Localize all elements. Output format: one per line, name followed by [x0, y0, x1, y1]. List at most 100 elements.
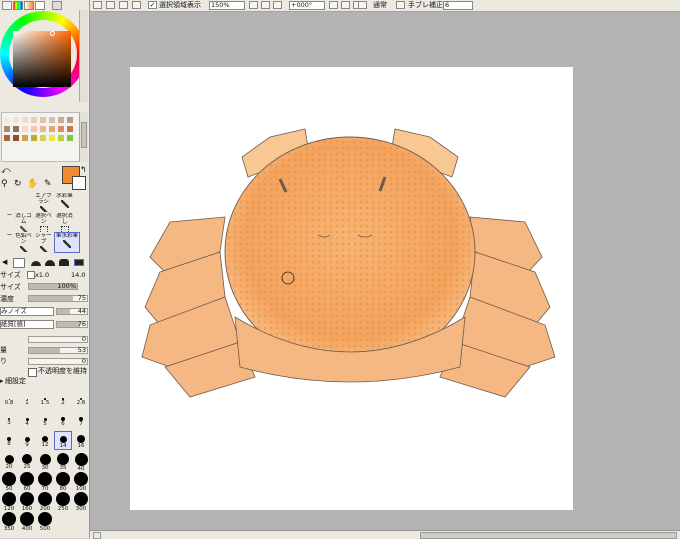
brush-size-cell[interactable]: 120 — [1, 492, 17, 512]
palette-swatch[interactable] — [67, 135, 73, 141]
palette-tab-icon[interactable] — [35, 1, 45, 10]
brush-size-cell[interactable]: 30 — [37, 452, 53, 471]
rotation-select[interactable]: +000° — [289, 1, 325, 10]
blend-slider[interactable]: 0 — [28, 336, 88, 343]
brush-size-cell[interactable]: 160 — [19, 492, 35, 512]
wheel-tab-icon[interactable] — [2, 1, 12, 10]
tip-soft[interactable] — [45, 260, 55, 266]
density-slider[interactable]: 75 — [28, 295, 88, 302]
tip-flat[interactable] — [13, 258, 25, 268]
background-color-swatch[interactable] — [72, 176, 86, 190]
brush-size-cell[interactable]: 60 — [19, 472, 35, 492]
clear-button[interactable] — [132, 1, 141, 9]
brush-size-cell[interactable]: 20 — [1, 452, 17, 470]
zoom-select[interactable]: 150% — [209, 1, 245, 10]
palette-swatch[interactable] — [22, 117, 28, 123]
brush-size-cell[interactable]: 35 — [55, 452, 71, 471]
brush-size-cell[interactable]: 2.6 — [73, 392, 89, 409]
deselect-button[interactable] — [93, 1, 102, 9]
brush-size-cell[interactable]: 50 — [1, 472, 17, 492]
brush-size-cell[interactable]: 25 — [19, 452, 35, 470]
stabilizer-select[interactable]: 6 — [443, 1, 473, 10]
water-slider[interactable]: 53 — [28, 347, 88, 354]
brush-size-cell[interactable]: 250 — [55, 492, 71, 512]
tool-sharpen[interactable]: シャープ — [34, 233, 53, 252]
brush-size-cell[interactable]: 0.8 — [1, 392, 17, 409]
brush-size-cell[interactable]: 70 — [37, 472, 53, 492]
hand-tool-icon[interactable]: ✋ — [27, 179, 38, 189]
brush-size-cell[interactable]: 5 — [37, 412, 53, 429]
brush-size-cell[interactable]: 12 — [37, 432, 53, 449]
palette-swatch[interactable] — [13, 126, 19, 132]
zoom-out-button[interactable] — [249, 1, 258, 9]
palette-swatch[interactable] — [13, 117, 19, 123]
size-multiplier[interactable]: x1.0 — [35, 271, 49, 279]
tool-color-pencil[interactable]: 色鉛ペン — [14, 233, 33, 252]
texture-paper-slider[interactable]: 76 — [56, 321, 88, 328]
brush-size-cell[interactable]: 16 — [73, 432, 89, 449]
tip-round[interactable] — [31, 261, 41, 266]
palette-swatch[interactable] — [67, 117, 73, 123]
palette-swatch[interactable] — [4, 126, 10, 132]
size-mult-icon[interactable] — [27, 271, 35, 279]
tool-select-eraser[interactable]: 選択消し — [55, 213, 74, 232]
palette-swatch[interactable] — [49, 135, 55, 141]
blend-menu-button[interactable] — [396, 1, 405, 9]
palette-swatch[interactable] — [4, 135, 10, 141]
brush-size-cell[interactable]: 200 — [37, 492, 53, 512]
zoom-tool-icon[interactable]: ⚲ — [1, 179, 8, 189]
palette-swatch[interactable] — [31, 135, 37, 141]
rotate-right-button[interactable] — [341, 1, 350, 9]
panel-menu-icon[interactable] — [52, 1, 62, 10]
flip-button[interactable] — [358, 1, 367, 9]
min-size-slider[interactable]: 100% — [28, 283, 78, 290]
palette-swatch[interactable] — [58, 135, 64, 141]
palette-swatch[interactable] — [49, 126, 55, 132]
palette-swatch[interactable] — [31, 117, 37, 123]
brush-size-cell[interactable]: 80 — [55, 472, 71, 492]
invert-selection-button[interactable] — [106, 1, 115, 9]
move-tool-icon[interactable]: ⤺ — [1, 166, 11, 176]
brush-size-cell[interactable]: 300 — [73, 492, 89, 512]
tool-select-pen[interactable]: 選択ペン — [34, 213, 53, 232]
brush-size-cell[interactable]: 100 — [73, 472, 89, 492]
brush-size-cell[interactable]: 1 — [19, 392, 35, 409]
palette-swatch[interactable] — [40, 135, 46, 141]
tool-slot-0[interactable] — [0, 193, 19, 212]
zoom-reset-button[interactable] — [273, 1, 282, 9]
palette-swatch[interactable] — [22, 135, 28, 141]
color-picker-handle[interactable] — [50, 31, 55, 36]
rgb-tab-icon[interactable] — [13, 1, 23, 10]
swap-colors-icon[interactable]: ↰ — [80, 166, 87, 174]
brush-size-cell[interactable]: 6 — [55, 412, 71, 429]
palette-swatch[interactable] — [4, 117, 10, 123]
select-all-button[interactable] — [119, 1, 128, 9]
brush-size-cell[interactable]: 9 — [19, 432, 35, 449]
rotate-tool-icon[interactable]: ↻ — [14, 179, 22, 189]
brush-size-cell[interactable]: 4 — [19, 412, 35, 429]
drawing-canvas[interactable] — [130, 67, 573, 510]
detail-settings-label[interactable]: 細設定 — [5, 377, 26, 386]
brush-size-cell[interactable]: 350 — [1, 512, 17, 532]
swatch-scrollbar[interactable] — [79, 112, 88, 162]
palette-swatch[interactable] — [22, 126, 28, 132]
color-wheel[interactable] — [0, 11, 86, 97]
brush-size-cell[interactable]: 7 — [73, 412, 89, 429]
tool-eraser[interactable]: 消しゴム — [14, 213, 33, 232]
zoom-in-button[interactable] — [261, 1, 270, 9]
palette-swatch[interactable] — [67, 126, 73, 132]
rotate-left-button[interactable] — [329, 1, 338, 9]
saturation-value-square[interactable] — [13, 31, 71, 87]
brush-size-cell[interactable]: 40 — [73, 452, 89, 472]
eyedropper-tool-icon[interactable]: ✎ — [44, 179, 52, 189]
blend-mode-value[interactable]: 通常 — [373, 0, 387, 11]
brush-size-cell[interactable]: 400 — [19, 512, 35, 532]
brush-size-cell[interactable]: 8 — [1, 432, 17, 449]
palette-swatch[interactable] — [31, 126, 37, 132]
tool-watercolor-brush-selected[interactable]: 筆水彩筆 — [54, 232, 80, 253]
panel-scrollbar[interactable] — [79, 10, 88, 102]
brush-size-cell[interactable]: 1.5 — [37, 392, 53, 409]
brush-size-cell[interactable]: 3 — [1, 412, 17, 429]
tool-airbrush[interactable]: エアブラシ — [34, 193, 53, 212]
palette-swatch[interactable] — [40, 117, 46, 123]
